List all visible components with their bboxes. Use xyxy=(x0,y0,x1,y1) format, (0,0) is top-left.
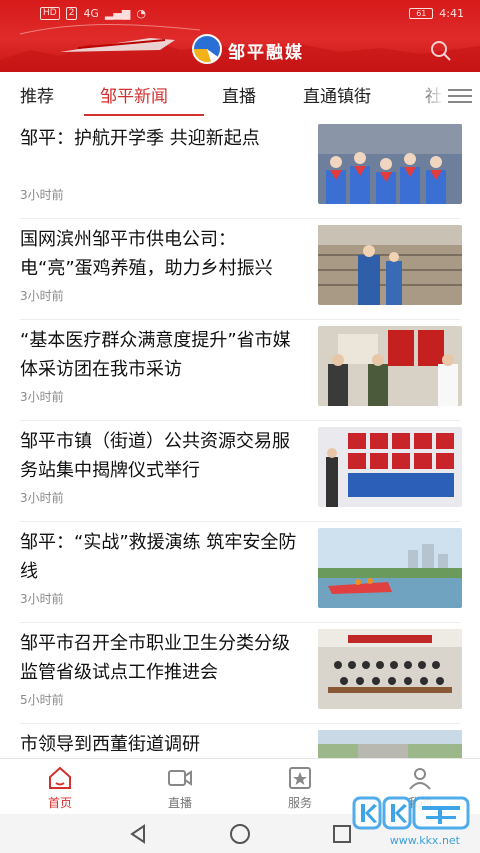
hd-badge: HD xyxy=(40,7,60,20)
news-time: 3小时前 xyxy=(20,188,64,202)
news-title: 市领导到西董街道调研 xyxy=(20,734,200,755)
tabs-fade xyxy=(414,72,444,118)
wifi-icon: ◔ xyxy=(136,7,146,20)
battery-icon: 61 xyxy=(409,8,434,19)
home-icon xyxy=(49,766,71,789)
news-thumbnail-image xyxy=(318,629,462,709)
clock: 4:41 xyxy=(439,7,464,20)
news-time: 5小时前 xyxy=(20,693,64,707)
news-item[interactable]: 国网滨州邹平市供电公司：电“亮”蛋鸡养殖，助力乡村振兴 3小时前 xyxy=(0,219,480,320)
news-thumbnail-image xyxy=(318,730,462,758)
news-list: 邹平：护航开学季 共迎新起点 3小时前 国网滨州邹平市供电公司：电“亮”蛋鸡养殖… xyxy=(0,118,480,758)
brand-title: 邹平融媒 xyxy=(228,43,304,63)
news-title: 邹平：护航开学季 共迎新起点 xyxy=(20,128,260,149)
star-box-icon xyxy=(289,767,311,789)
active-tab-indicator xyxy=(84,114,204,116)
tab-live[interactable]: 直播 xyxy=(222,82,256,107)
signal-icon: ▂▄▆ xyxy=(104,7,131,20)
news-thumbnail-image xyxy=(318,326,462,406)
tab-town-direct[interactable]: 直通镇街 xyxy=(303,82,371,107)
app-header: HD 2 4G ▂▄▆ ◔ 61 4:41 邹平融媒 xyxy=(0,0,480,72)
news-time: 3小时前 xyxy=(20,390,64,404)
network-label: 4G xyxy=(83,7,99,20)
status-bar: HD 2 4G ▂▄▆ ◔ 61 4:41 xyxy=(0,6,480,24)
category-tabs: 推荐 邹平新闻 直播 直通镇街 社 xyxy=(0,72,480,118)
menu-icon[interactable] xyxy=(448,86,472,104)
news-title: “基本医疗群众满意度提升”省市媒体采访团在我市采访 xyxy=(20,330,291,380)
news-item[interactable]: 邹平：“实战”救援演练 筑牢安全防线 3小时前 xyxy=(0,522,480,623)
nav-service[interactable]: 服务 xyxy=(260,763,340,813)
news-item[interactable]: 邹平市召开全市职业卫生分类分级监管省级试点工作推进会 5小时前 xyxy=(0,623,480,724)
back-icon[interactable] xyxy=(126,822,150,846)
news-item[interactable]: 市领导到西董街道调研 xyxy=(0,724,480,758)
news-time: 3小时前 xyxy=(20,491,64,505)
nav-label: 服务 xyxy=(287,796,312,810)
news-item[interactable]: 邹平市镇（街道）公共资源交易服务站集中揭牌仪式举行 3小时前 xyxy=(0,421,480,522)
news-item[interactable]: “基本医疗群众满意度提升”省市媒体采访团在我市采访 3小时前 xyxy=(0,320,480,421)
sim-badge: 2 xyxy=(65,7,78,20)
watermark-text: www.kkx.net xyxy=(389,834,460,847)
news-thumbnail-image xyxy=(318,225,462,305)
tab-zouping-news[interactable]: 邹平新闻 xyxy=(100,82,168,107)
tab-recommend[interactable]: 推荐 xyxy=(20,82,54,107)
news-thumbnail-image xyxy=(318,124,462,204)
news-title: 国网滨州邹平市供电公司：电“亮”蛋鸡养殖，助力乡村振兴 xyxy=(20,229,273,279)
brand-logo-icon xyxy=(192,34,222,64)
nav-label: 首页 xyxy=(47,796,72,810)
news-item[interactable]: 邹平：护航开学季 共迎新起点 3小时前 xyxy=(0,118,480,219)
nav-home[interactable]: 首页 xyxy=(20,763,100,813)
news-time: 3小时前 xyxy=(20,289,64,303)
news-title: 邹平市镇（街道）公共资源交易服务站集中揭牌仪式举行 xyxy=(20,431,290,481)
video-icon xyxy=(168,770,192,786)
home-circle-icon[interactable] xyxy=(228,822,252,846)
news-time: 3小时前 xyxy=(20,592,64,606)
nav-live[interactable]: 直播 xyxy=(140,763,220,813)
search-icon[interactable] xyxy=(430,40,452,62)
news-thumbnail-image xyxy=(318,528,462,608)
news-thumbnail-image xyxy=(318,427,462,507)
news-title: 邹平：“实战”救援演练 筑牢安全防线 xyxy=(20,532,297,582)
user-icon xyxy=(409,768,431,790)
news-title: 邹平市召开全市职业卫生分类分级监管省级试点工作推进会 xyxy=(20,633,290,683)
recents-icon[interactable] xyxy=(330,822,354,846)
nav-label: 直播 xyxy=(167,796,192,810)
